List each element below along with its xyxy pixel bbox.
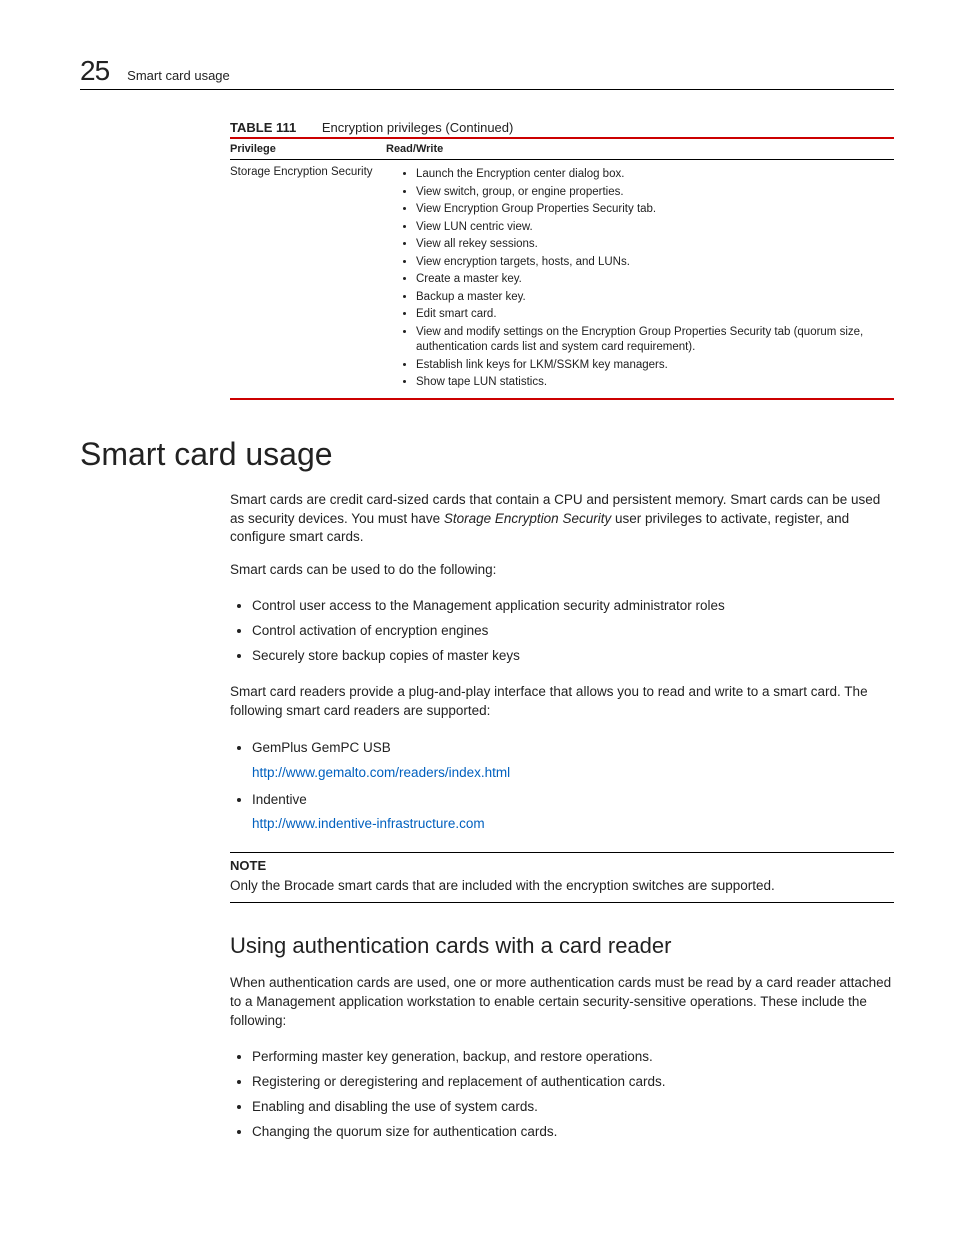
note-label: NOTE (230, 857, 894, 875)
ops-list: Performing master key generation, backup… (230, 1045, 894, 1145)
priv-item: View switch, group, or engine properties… (416, 184, 888, 202)
subsection-intro: When authentication cards are used, one … (230, 974, 894, 1031)
list-item: Changing the quorum size for authenticat… (252, 1120, 894, 1145)
priv-item: Create a master key. (416, 271, 888, 289)
priv-item: View all rekey sessions. (416, 236, 888, 254)
readers-list: GemPlus GemPC USB http://www.gemalto.com… (230, 735, 894, 839)
uses-lead: Smart cards can be used to do the follow… (230, 561, 894, 580)
list-item: Performing master key generation, backup… (252, 1045, 894, 1070)
list-item: Control activation of encryption engines (252, 619, 894, 644)
cell-privilege: Storage Encryption Security (230, 160, 386, 399)
priv-item: Establish link keys for LKM/SSKM key man… (416, 357, 888, 375)
readers-intro: Smart card readers provide a plug-and-pl… (230, 683, 894, 721)
cell-readwrite: Launch the Encryption center dialog box.… (386, 160, 894, 399)
uses-list: Control user access to the Management ap… (230, 594, 894, 669)
table-row: Storage Encryption Security Launch the E… (230, 160, 894, 399)
table-number: TABLE 111 (230, 120, 296, 135)
list-item: Securely store backup copies of master k… (252, 644, 894, 669)
priv-item: Launch the Encryption center dialog box. (416, 166, 888, 184)
priv-item: View and modify settings on the Encrypti… (416, 324, 888, 357)
note-block: NOTE Only the Brocade smart cards that a… (230, 852, 894, 903)
table-header-readwrite: Read/Write (386, 138, 894, 160)
note-text: Only the Brocade smart cards that are in… (230, 877, 894, 896)
reader-link[interactable]: http://www.indentive-infrastructure.com (252, 815, 485, 834)
subsection-heading: Using authentication cards with a card r… (230, 931, 894, 962)
running-header: 25 Smart card usage (80, 55, 894, 90)
priv-item: View Encryption Group Properties Securit… (416, 201, 888, 219)
privileges-table: TABLE 111 Encryption privileges (Continu… (230, 120, 894, 400)
intro-em: Storage Encryption Security (444, 511, 611, 526)
priv-item: Show tape LUN statistics. (416, 374, 888, 392)
list-item: Control user access to the Management ap… (252, 594, 894, 619)
table-caption: TABLE 111 Encryption privileges (Continu… (230, 120, 894, 135)
list-item: Registering or deregistering and replace… (252, 1070, 894, 1095)
list-item: Enabling and disabling the use of system… (252, 1095, 894, 1120)
priv-item: View encryption targets, hosts, and LUNs… (416, 254, 888, 272)
reader-link[interactable]: http://www.gemalto.com/readers/index.htm… (252, 764, 510, 783)
table-header-privilege: Privilege (230, 138, 386, 160)
priv-item: View LUN centric view. (416, 219, 888, 237)
section-heading: Smart card usage (80, 436, 894, 473)
priv-item: Backup a master key. (416, 289, 888, 307)
list-item: GemPlus GemPC USB http://www.gemalto.com… (252, 735, 894, 787)
priv-item: Edit smart card. (416, 306, 888, 324)
chapter-title: Smart card usage (127, 68, 230, 83)
reader-name: GemPlus GemPC USB (252, 740, 391, 755)
list-item: Indentive http://www.indentive-infrastru… (252, 787, 894, 839)
intro-paragraph: Smart cards are credit card-sized cards … (230, 491, 894, 548)
reader-name: Indentive (252, 792, 307, 807)
chapter-number: 25 (80, 55, 109, 87)
table-caption-text: Encryption privileges (Continued) (322, 120, 513, 135)
